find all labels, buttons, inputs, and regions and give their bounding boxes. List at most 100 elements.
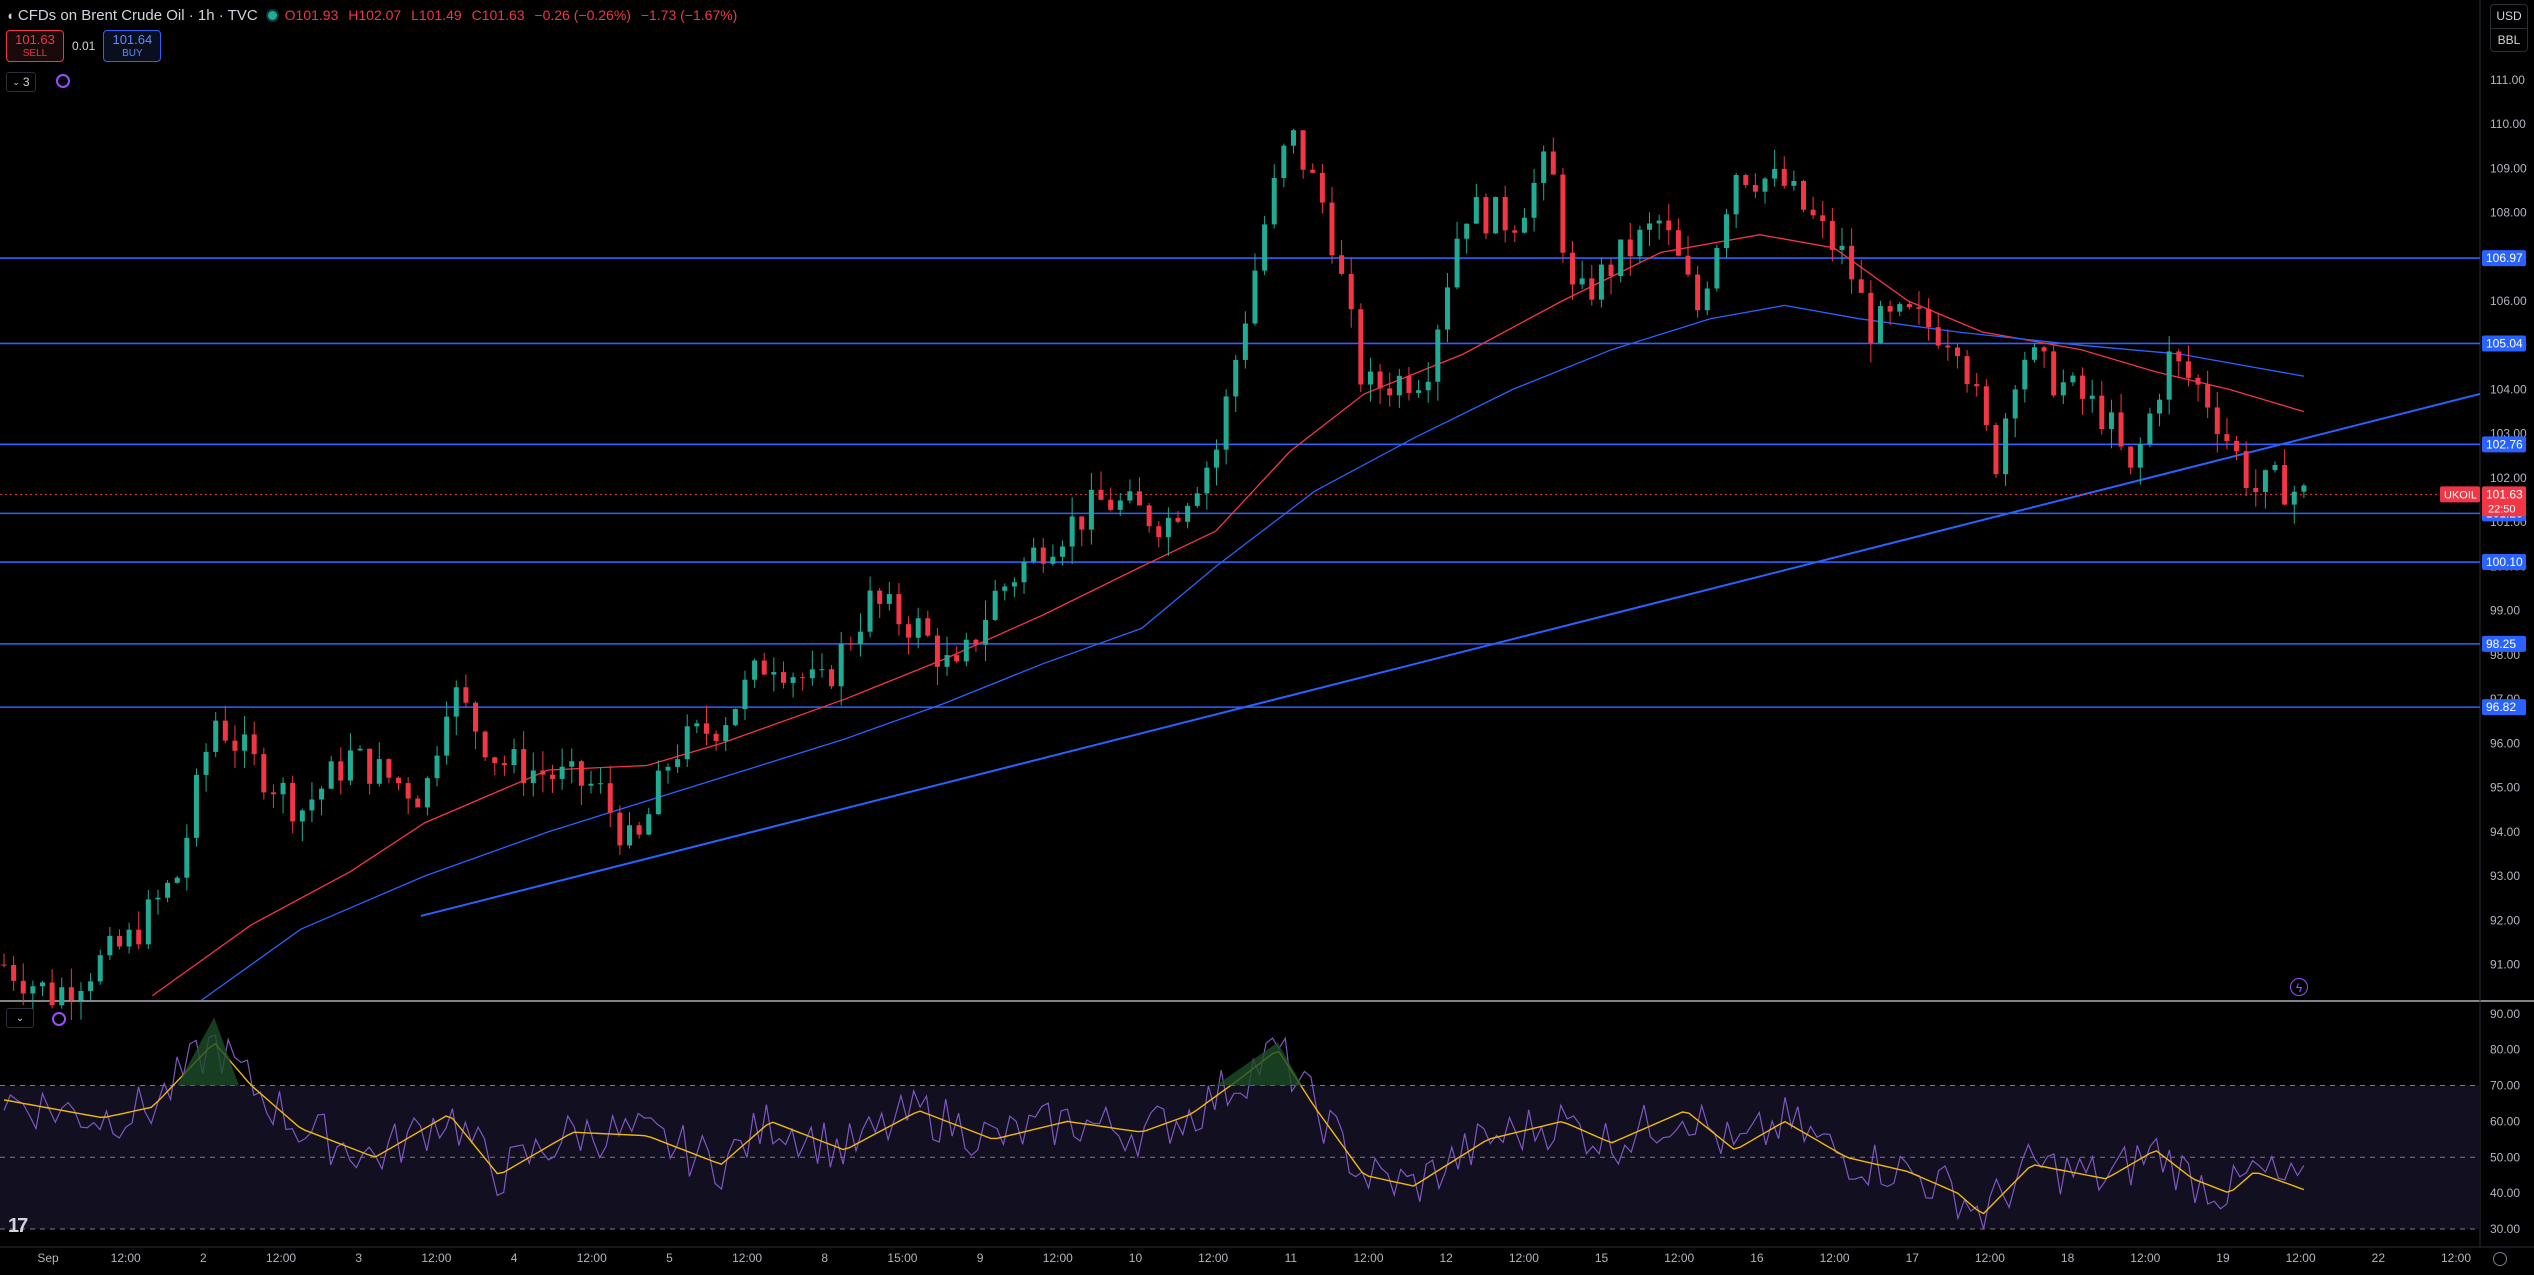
open-value: O101.93: [284, 7, 339, 23]
rsi-tick-label: 30.00: [2490, 1222, 2520, 1236]
candle-body: [742, 679, 748, 710]
chart-canvas[interactable]: 111.00110.00109.00108.00107.00106.00105.…: [0, 0, 2534, 1275]
candle-body: [1021, 561, 1027, 583]
candle-body: [1964, 356, 1970, 385]
sell-button[interactable]: 101.63 SELL: [6, 30, 64, 62]
time-tick-label: 15:00: [887, 1251, 917, 1265]
candle-body: [1088, 489, 1094, 530]
candle-body: [1983, 386, 1989, 426]
lightning-icon[interactable]: ϟ: [2290, 978, 2308, 996]
time-tick-label: 15: [1595, 1251, 1609, 1265]
candle-body: [1550, 151, 1556, 175]
candle-body: [2272, 464, 2278, 471]
candle-body: [2262, 470, 2268, 492]
candle-body: [1493, 196, 1499, 234]
currency-label[interactable]: USD: [2491, 5, 2527, 28]
candle-body: [2041, 347, 2047, 352]
candle-body: [2003, 418, 2009, 475]
candle-body: [1329, 202, 1335, 256]
candle-body: [838, 643, 844, 687]
candle-body: [1233, 359, 1239, 397]
candle-body: [1483, 196, 1489, 234]
candle-body: [1377, 371, 1383, 389]
indicators-toggle[interactable]: ⌄ 3: [6, 72, 36, 92]
rsi-sync-icon[interactable]: [52, 1012, 66, 1026]
sync-icon[interactable]: [56, 74, 70, 88]
candle-body: [1541, 151, 1547, 183]
level-label: 106.97: [2486, 251, 2523, 265]
candle-body: [771, 672, 777, 675]
price-tick-label: 91.00: [2490, 958, 2520, 972]
spread-value: 0.01: [72, 39, 96, 53]
symbol-icon[interactable]: ◖: [6, 8, 14, 23]
candle-body: [809, 669, 815, 679]
candle-body: [405, 783, 411, 799]
unit-label[interactable]: BBL: [2491, 28, 2527, 52]
time-tick-label: 12:00: [2441, 1251, 2471, 1265]
candle-body: [983, 619, 989, 645]
candle-body: [684, 726, 690, 760]
last-price-label: 101.63: [2486, 487, 2523, 501]
time-tick-label: 12:00: [732, 1251, 762, 1265]
candle-body: [1117, 500, 1123, 510]
candle-body: [2301, 485, 2307, 492]
candle-body: [251, 734, 257, 755]
candle-body: [328, 761, 334, 789]
candle-body: [1897, 304, 1903, 312]
candle-body: [1935, 327, 1941, 346]
candle-body: [1252, 270, 1258, 324]
candle-body: [1348, 273, 1354, 310]
currency-unit-selector[interactable]: USD BBL: [2490, 4, 2528, 52]
candle-body: [1098, 489, 1104, 500]
candle-body: [1627, 239, 1633, 257]
settings-icon[interactable]: [2493, 1252, 2507, 1266]
price-tick-label: 106.00: [2490, 294, 2527, 308]
change-value: −0.26 (−0.26%): [534, 7, 631, 23]
candle-body: [155, 897, 161, 900]
candle-body: [1454, 238, 1460, 288]
candle-body: [1666, 220, 1672, 231]
candle-body: [1618, 239, 1624, 277]
candle-body: [30, 986, 36, 994]
candle-body: [1512, 230, 1518, 233]
candle-body: [1820, 215, 1826, 221]
candle-body: [1647, 223, 1653, 230]
candle-body: [165, 882, 171, 898]
buy-button[interactable]: 101.64 BUY: [103, 30, 162, 62]
candle-body: [550, 774, 556, 779]
candle-body: [636, 825, 642, 835]
candle-body: [1069, 516, 1075, 547]
time-tick-label: 12:00: [1354, 1251, 1384, 1265]
candle-body: [1002, 586, 1008, 591]
candle-body: [184, 837, 190, 878]
time-tick-label: 8: [821, 1251, 828, 1265]
price-tick-label: 99.00: [2490, 604, 2520, 618]
time-tick-label: Sep: [37, 1251, 59, 1265]
candle-body: [1473, 196, 1479, 224]
price-tick-label: 95.00: [2490, 781, 2520, 795]
candle-body: [703, 723, 709, 734]
candle-body: [1733, 175, 1739, 215]
candle-body: [569, 761, 575, 767]
candle-body: [896, 594, 902, 625]
candle-body: [2070, 375, 2076, 383]
candle-body: [588, 783, 594, 786]
sell-price: 101.63: [15, 32, 55, 47]
price-tick-label: 92.00: [2490, 913, 2520, 927]
time-tick-label: 12:00: [1509, 1251, 1539, 1265]
candle-body: [617, 812, 623, 846]
candle-body: [761, 660, 767, 675]
price-tick-label: 96.00: [2490, 736, 2520, 750]
rsi-collapse-button[interactable]: ⌄: [6, 1008, 34, 1028]
candle-body: [2022, 359, 2028, 390]
rsi-tick-label: 90.00: [2490, 1007, 2520, 1021]
candle-body: [2282, 464, 2288, 505]
symbol-title[interactable]: CFDs on Brent Crude Oil · 1h · TVC: [18, 7, 258, 24]
candle-body: [829, 669, 835, 687]
candle-body: [2060, 382, 2066, 396]
time-tick-label: 12:00: [1820, 1251, 1850, 1265]
candle-body: [819, 669, 825, 671]
candle-body: [607, 783, 613, 813]
price-tick-label: 93.00: [2490, 869, 2520, 883]
candle-body: [424, 778, 430, 808]
